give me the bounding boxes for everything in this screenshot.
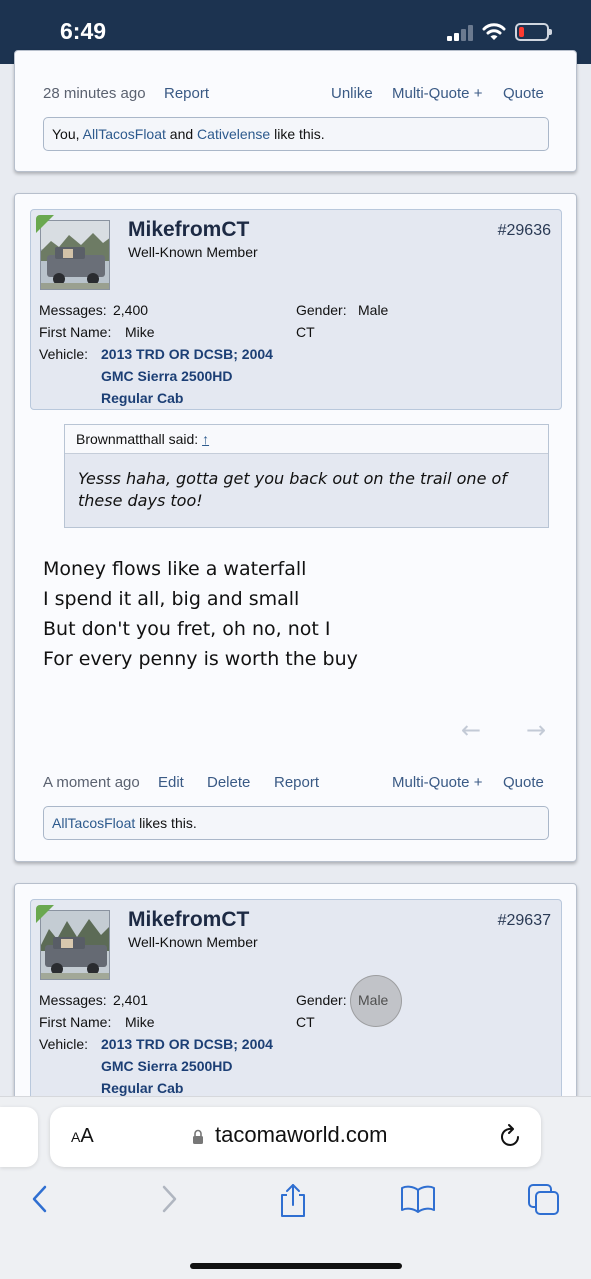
reader-settings-button[interactable]: AAAA xyxy=(71,1125,94,1148)
username[interactable]: MikefromCT xyxy=(128,908,249,932)
post-message: Money flows like a waterfall I spend it … xyxy=(43,554,358,674)
arrow-left-icon[interactable]: ← xyxy=(461,716,481,744)
vehicle-value: 2013 TRD OR DCSB; 2004 GMC Sierra 2500HD… xyxy=(101,343,301,409)
gender-value: Male xyxy=(358,302,389,318)
report-link[interactable]: Report xyxy=(164,85,209,102)
lock-icon xyxy=(193,1129,203,1144)
gender-label: Gender: xyxy=(296,992,347,1008)
user-title: Well-Known Member xyxy=(128,934,258,950)
messages-label: Messages: xyxy=(39,302,107,318)
report-link[interactable]: Report xyxy=(274,774,319,791)
first-name-label: First Name: xyxy=(39,1014,112,1030)
avatar[interactable] xyxy=(40,220,110,290)
vehicle-line: 2013 TRD OR DCSB; 2004 xyxy=(101,346,273,362)
quote-author: Brownmatthall said: xyxy=(76,431,199,447)
location-value: CT xyxy=(296,1014,315,1030)
post-number[interactable]: #29637 xyxy=(498,912,551,930)
likes-joiner: and xyxy=(165,126,198,142)
vehicle-line: Regular Cab xyxy=(101,390,184,406)
message-line: Money flows like a waterfall xyxy=(43,558,307,580)
likes-summary: You, AllTacosFloat and Cativelense like … xyxy=(43,117,549,151)
likes-prefix: You, xyxy=(52,126,83,142)
liker-link-cativelense[interactable]: Cativelense xyxy=(197,126,270,142)
likes-suffix: like this. xyxy=(270,126,325,142)
first-name-label: First Name: xyxy=(39,324,112,340)
vehicle-value: 2013 TRD OR DCSB; 2004 GMC Sierra 2500HD… xyxy=(101,1033,301,1099)
quote-header: Brownmatthall said: ↑ xyxy=(65,425,548,454)
jump-to-quote-icon[interactable]: ↑ xyxy=(202,431,209,447)
post-number[interactable]: #29636 xyxy=(498,222,551,240)
quote-link[interactable]: Quote xyxy=(503,85,544,102)
tabs-icon[interactable] xyxy=(527,1183,561,1217)
location-value: CT xyxy=(296,324,315,340)
address-bar[interactable]: AAAA tacomaworld.com xyxy=(50,1107,541,1167)
vehicle-line: GMC Sierra 2500HD xyxy=(101,368,233,384)
vehicle-line: GMC Sierra 2500HD xyxy=(101,1058,233,1074)
vehicle-line: 2013 TRD OR DCSB; 2004 xyxy=(101,1036,273,1052)
post-card-previous: 28 minutes ago Report Unlike Multi-Quote… xyxy=(14,50,577,172)
multi-quote-link[interactable]: Multi-Quote + xyxy=(392,85,482,102)
avatar[interactable] xyxy=(40,910,110,980)
edit-link[interactable]: Edit xyxy=(158,774,184,791)
message-line: For every penny is worth the buy xyxy=(43,648,358,670)
status-time: 6:49 xyxy=(60,18,107,44)
unlike-link[interactable]: Unlike xyxy=(331,85,373,102)
liker-link-alltacosfloat[interactable]: AllTacosFloat xyxy=(52,815,135,831)
quote-block: Brownmatthall said: ↑ Yesss haha, gotta … xyxy=(64,424,549,528)
first-name-value: Mike xyxy=(125,1014,155,1030)
arrow-right-icon[interactable]: → xyxy=(526,716,546,744)
browser-toolbar: AAAA tacomaworld.com xyxy=(0,1096,591,1279)
touch-indicator xyxy=(350,975,402,1027)
delete-link[interactable]: Delete xyxy=(207,774,250,791)
forward-icon[interactable] xyxy=(157,1183,181,1215)
quote-link[interactable]: Quote xyxy=(503,774,544,791)
multi-quote-link[interactable]: Multi-Quote + xyxy=(392,774,482,791)
first-name-value: Mike xyxy=(125,324,155,340)
back-icon[interactable] xyxy=(28,1183,52,1215)
vehicle-label: Vehicle: xyxy=(39,346,89,362)
likes-suffix: likes this. xyxy=(135,815,197,831)
post-timestamp: A moment ago xyxy=(43,774,140,791)
likes-summary: AllTacosFloat likes this. xyxy=(43,806,549,840)
liker-link-alltacosfloat[interactable]: AllTacosFloat xyxy=(83,126,166,142)
share-icon[interactable] xyxy=(278,1183,308,1219)
url-text[interactable]: tacomaworld.com xyxy=(215,1122,387,1148)
username[interactable]: MikefromCT xyxy=(128,218,249,242)
message-line: I spend it all, big and small xyxy=(43,588,300,610)
reload-icon[interactable] xyxy=(499,1123,523,1149)
cellular-signal-icon xyxy=(447,25,475,41)
messages-value: 2,401 xyxy=(113,992,149,1008)
user-title: Well-Known Member xyxy=(128,244,258,260)
bookmarks-icon[interactable] xyxy=(400,1183,436,1215)
home-indicator xyxy=(190,1263,402,1269)
quote-text: Yesss haha, gotta get you back out on th… xyxy=(78,469,507,510)
battery-icon xyxy=(515,23,552,41)
messages-label: Messages: xyxy=(39,992,107,1008)
post-timestamp: 28 minutes ago xyxy=(43,85,146,102)
wifi-icon xyxy=(482,23,506,40)
messages-value: 2,400 xyxy=(113,302,149,318)
vehicle-label: Vehicle: xyxy=(39,1036,89,1052)
message-line: But don't you fret, oh no, not I xyxy=(43,618,331,640)
gender-label: Gender: xyxy=(296,302,347,318)
post-card-29636: MikefromCT Well-Known Member #29636 Mess… xyxy=(14,193,577,862)
previous-tab-preview[interactable] xyxy=(0,1107,38,1167)
user-info-box: MikefromCT Well-Known Member #29636 Mess… xyxy=(30,209,562,410)
